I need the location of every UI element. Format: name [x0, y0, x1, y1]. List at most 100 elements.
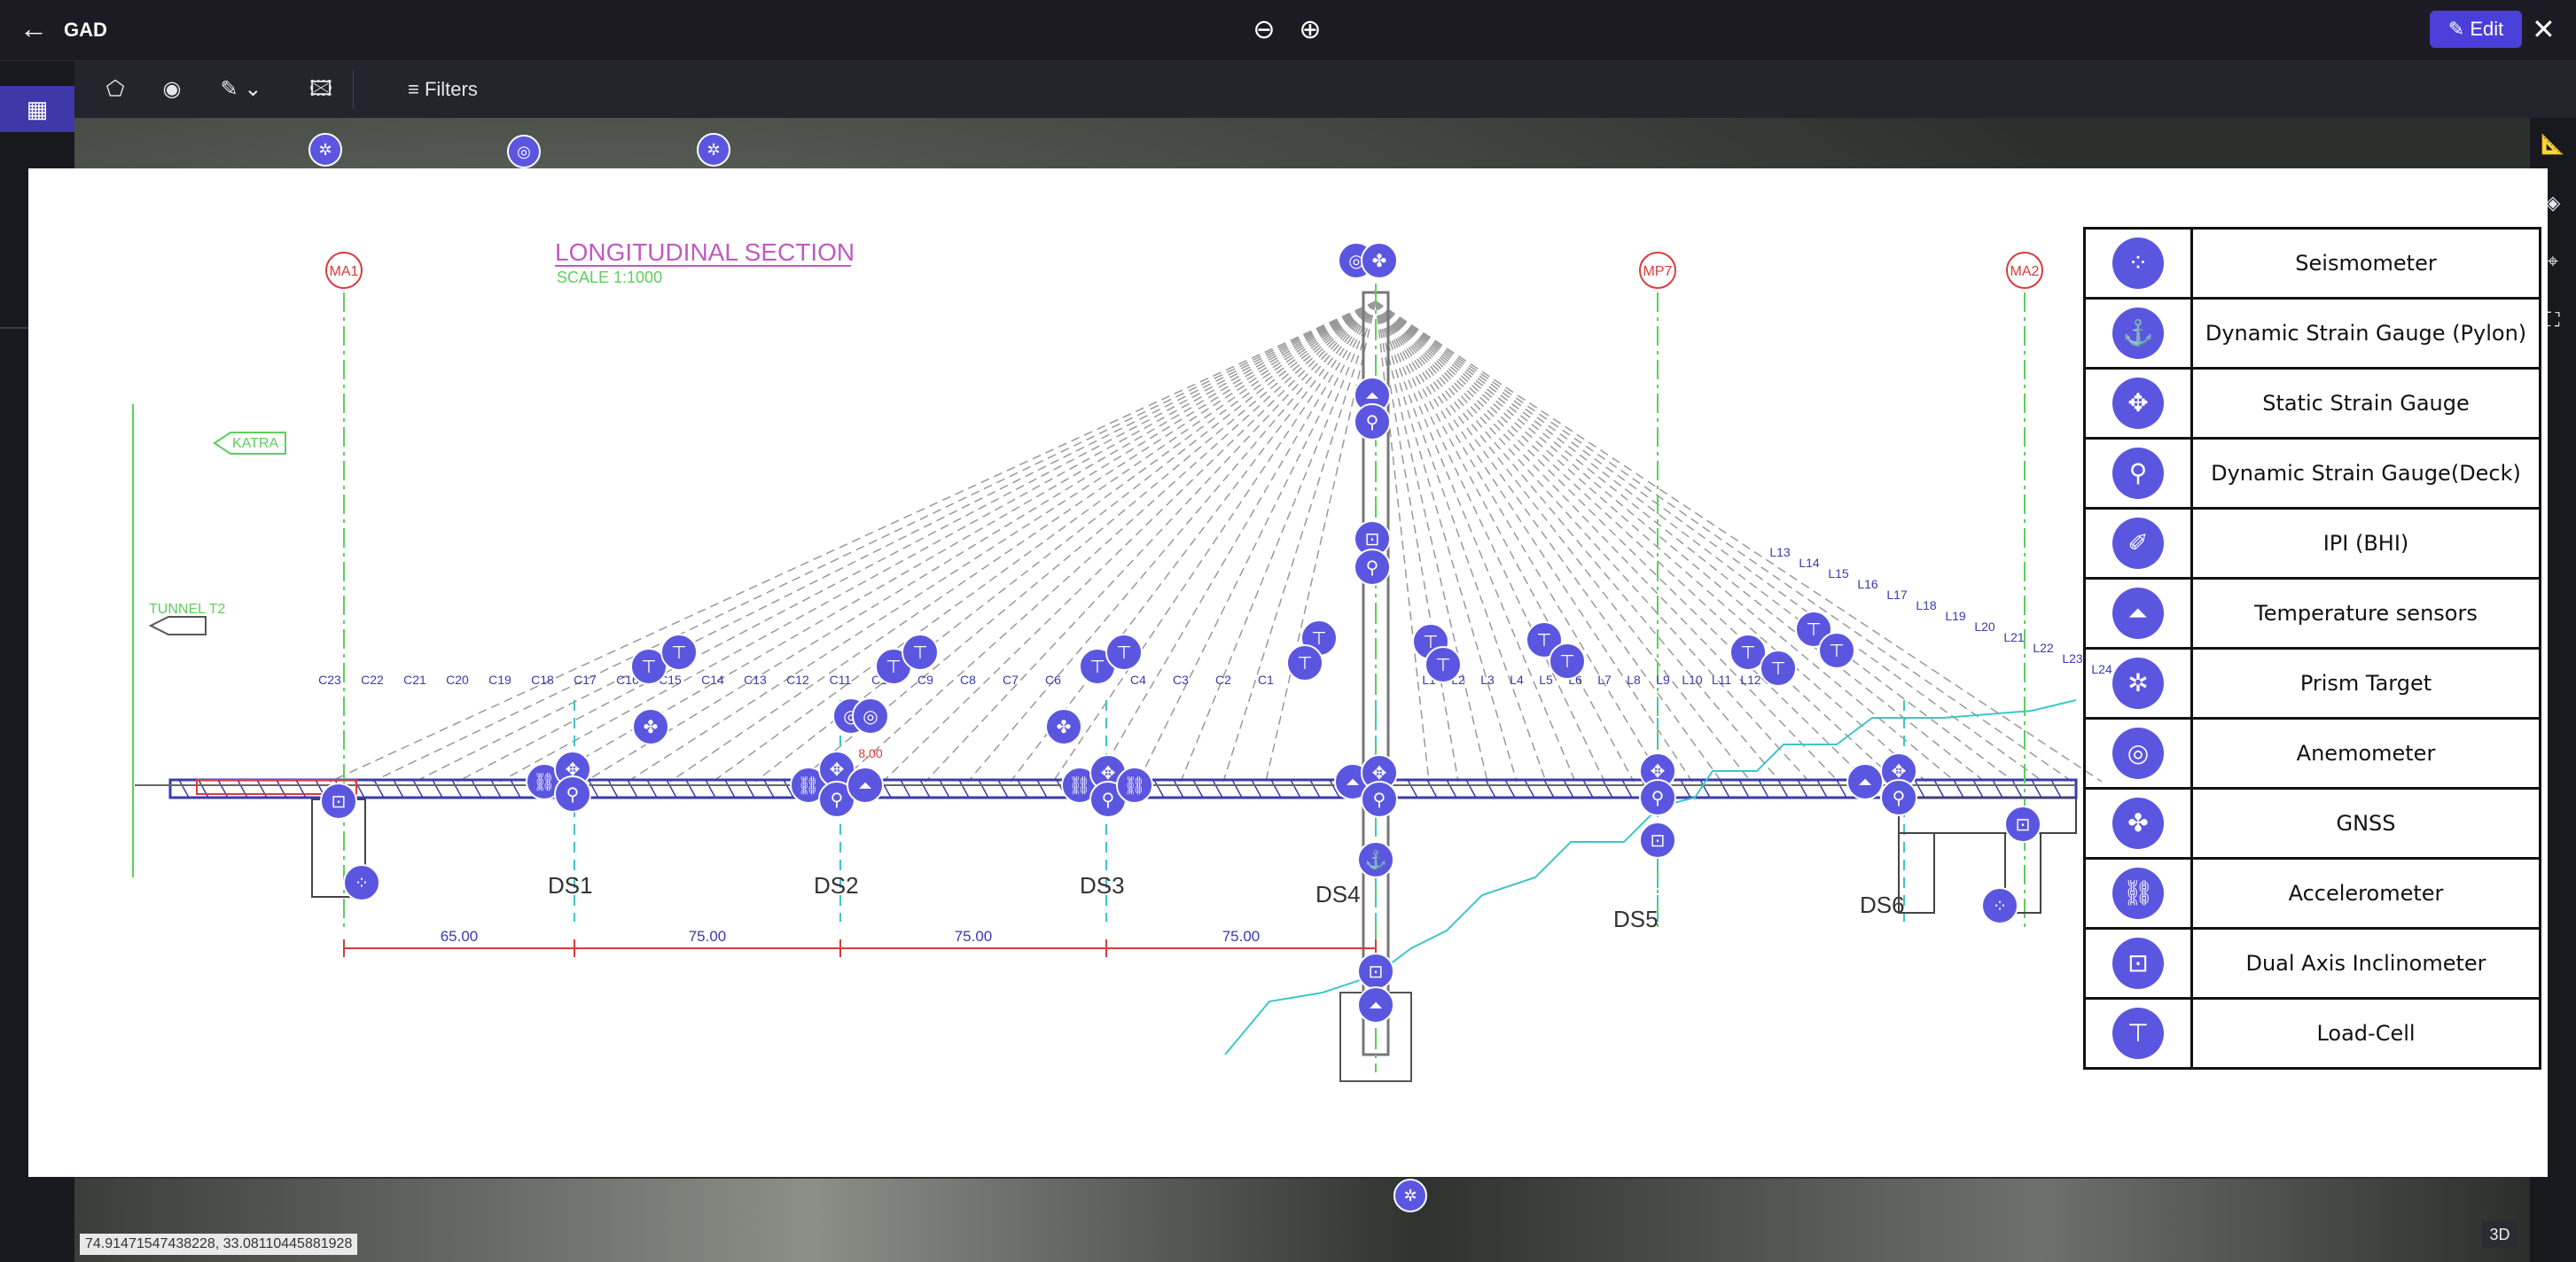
map-prism-marker[interactable]: ✲: [697, 133, 730, 167]
cable-label: L11: [1712, 673, 1732, 687]
tunnel-label: TUNNEL T2: [149, 602, 225, 617]
strain-gauge-pylon-icon-glyph: ⚓: [1365, 849, 1387, 870]
deck-truss: [432, 779, 443, 798]
pointer-icon[interactable]: ◉: [154, 72, 190, 107]
katra-label: KATRA: [232, 436, 278, 451]
legend-icon-cell: ⚓: [2083, 297, 2193, 370]
cable-label: C2: [1215, 673, 1231, 687]
load-cell-icon-glyph: ⊤: [1089, 658, 1105, 677]
accelerometer-icon: ⛓: [2112, 868, 2164, 919]
legend-label: Temperature sensors: [2190, 577, 2541, 650]
cable-label: C14: [701, 673, 724, 687]
accelerometer-icon-glyph: ⛓: [533, 773, 555, 792]
stay-cable-right: [1375, 300, 1898, 783]
stay-cable-left: [584, 300, 1377, 783]
cable-label: L17: [1886, 588, 1908, 602]
legend-row: ✥ Static Strain Gauge: [2083, 367, 2541, 440]
strain-gauge-deck-icon: ⚲: [2112, 448, 2164, 499]
legend-icon-cell: ⊤: [2083, 997, 2193, 1070]
stay-cable-left: [1222, 300, 1377, 783]
legend-row: ✤ GNSS: [2083, 787, 2541, 860]
satellite-map-bottom[interactable]: [74, 1179, 2530, 1262]
stay-cable-left: [1052, 300, 1377, 783]
cable-label: L16: [1857, 577, 1878, 591]
zoom-in-icon[interactable]: ⊕: [1292, 12, 1328, 48]
pier-label: DS3: [1080, 872, 1125, 899]
map-prism-marker[interactable]: ✲: [308, 133, 342, 167]
deck-truss: [919, 779, 931, 798]
deck-truss: [958, 779, 970, 798]
toolbar-divider: [353, 70, 354, 109]
stay-cable-left: [669, 300, 1377, 783]
pier-label: DS5: [1613, 906, 1659, 932]
legend-label: IPI (BHI): [2190, 507, 2541, 580]
cable-label: C20: [446, 673, 469, 687]
load-cell-icon-glyph: ⊤: [1116, 643, 1131, 663]
map-prism-marker[interactable]: ✲: [1393, 1179, 1427, 1212]
cable-label: L8: [1627, 673, 1641, 687]
deck-truss: [2011, 779, 2023, 798]
stay-cable-right: [1375, 300, 1635, 783]
ruler-icon[interactable]: 📐: [2539, 130, 2567, 159]
load-cell-icon-glyph: ⊤: [671, 643, 686, 663]
deck-truss: [490, 779, 502, 798]
deck-truss: [1777, 779, 1789, 798]
stay-cable-right: [1375, 300, 1576, 783]
close-icon[interactable]: ✕: [2532, 11, 2556, 48]
strain-gauge-deck-icon-glyph: ⚲: [831, 791, 844, 810]
deck-truss: [1407, 779, 1418, 798]
legend-row: ⛓ Accelerometer: [2083, 857, 2541, 930]
axis-label: MA2: [2010, 264, 2040, 279]
load-cell-icon-glyph: ⊤: [1806, 620, 1821, 640]
back-arrow-icon[interactable]: ←: [20, 11, 48, 46]
deck-truss: [763, 779, 775, 798]
deck-truss: [1543, 779, 1555, 798]
stay-cable-right: [1375, 300, 2073, 783]
deck-truss: [1446, 779, 1457, 798]
map-anemometer-marker[interactable]: ◎: [507, 135, 541, 168]
polygon-icon[interactable]: ⬠: [98, 72, 133, 107]
filters-button[interactable]: ≡ Filters: [408, 72, 478, 107]
cable-label: L7: [1597, 673, 1612, 687]
stay-cable-left: [839, 300, 1377, 783]
stay-cable-right: [1375, 300, 2103, 783]
deck-truss: [2050, 779, 2062, 798]
inclinometer-icon: ⊡: [2112, 938, 2164, 989]
cable-label: C9: [917, 673, 933, 687]
legend-row: ◎ Anemometer: [2083, 717, 2541, 790]
deck-truss: [2031, 779, 2042, 798]
span-dimension-label: 75.00: [689, 928, 727, 945]
deck-truss: [1270, 779, 1282, 798]
cable-label: C13: [744, 673, 767, 687]
static-strain-gauge-icon-glyph: ✥: [830, 760, 845, 780]
deck-truss: [1173, 779, 1184, 798]
stay-cable-right: [1375, 300, 1927, 783]
legend-row: ⁘ Seismometer: [2083, 227, 2541, 300]
zoom-out-icon[interactable]: ⊖: [1246, 12, 1282, 48]
stay-cable-right: [1375, 300, 1547, 783]
static-strain-gauge-icon: ✥: [2112, 378, 2164, 429]
deck-truss: [997, 779, 1009, 798]
stay-cable-left: [499, 300, 1377, 783]
cable-label: C22: [361, 673, 384, 687]
cable-label: L5: [1539, 673, 1553, 687]
stay-cable-left: [925, 300, 1377, 783]
deck-truss: [451, 779, 463, 798]
deck-truss: [646, 779, 658, 798]
legend-row: ✐ IPI (BHI): [2083, 507, 2541, 580]
deck-truss: [1621, 779, 1633, 798]
cable-label: L4: [1510, 673, 1524, 687]
3d-toggle-button[interactable]: 3D: [2482, 1221, 2517, 1248]
image-icon[interactable]: 🖾: [303, 72, 339, 107]
cable-label: L3: [1480, 673, 1495, 687]
deck-truss: [178, 779, 190, 798]
legend-icon-cell: ⏶: [2083, 577, 2193, 650]
sensor-legend: ⁘ Seismometer ⚓ Dynamic Strain Gauge (Pylon…: [2083, 227, 2541, 1070]
anemometer-icon-glyph: ◎: [863, 707, 878, 727]
edit-button[interactable]: ✎ Edit: [2430, 11, 2522, 48]
map-icon[interactable]: ▦: [0, 86, 74, 132]
ipi-icon: ✐: [2112, 518, 2164, 569]
deck-truss: [1309, 779, 1321, 798]
legend-label: Dual Axis Inclinometer: [2190, 927, 2541, 1000]
pen-icon[interactable]: ✎ ⌄: [215, 72, 268, 107]
